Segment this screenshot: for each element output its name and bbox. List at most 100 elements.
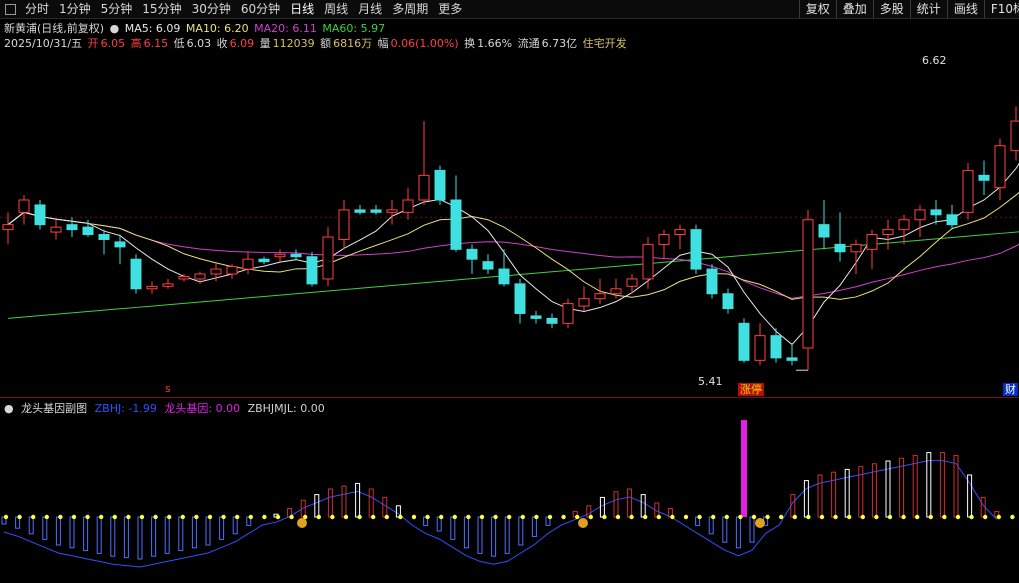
candle-body [882, 229, 894, 236]
candle-body [786, 357, 798, 361]
zero-dot [398, 514, 403, 520]
candle-body [242, 258, 254, 270]
zbhj-bar [42, 516, 48, 540]
zero-dot [316, 514, 321, 520]
zero-dot [235, 514, 240, 520]
zero-dot [670, 514, 675, 520]
zero-dot [751, 514, 757, 520]
zero-dot [180, 514, 185, 520]
zbhj-bar [191, 516, 197, 549]
zero-dot [3, 514, 9, 520]
ltjy-value: 龙头基因: 0.00 [164, 402, 241, 415]
zbhj-bar [831, 471, 837, 518]
candle-body [850, 243, 862, 253]
zero-dot [792, 514, 797, 520]
zero-dot [575, 514, 580, 520]
jmjl-value: ZBHJMJL: 0.00 [247, 402, 325, 415]
zbhj-bar [599, 496, 605, 518]
zero-dot [167, 514, 172, 520]
signal-mark: s [165, 382, 171, 395]
candle-body [978, 174, 990, 181]
zbhj-bar [314, 494, 320, 518]
zbhj-bar [110, 516, 116, 557]
candle-body [738, 322, 750, 361]
zero-dot [466, 514, 471, 520]
indicator-title[interactable]: 龙头基因副图 [21, 402, 87, 415]
candle-body [482, 261, 494, 270]
zero-dot [411, 514, 417, 520]
zero-dot [561, 514, 566, 520]
zero-dot [724, 514, 729, 520]
candle-body [658, 234, 670, 245]
zero-dot [711, 514, 716, 520]
settings-icon[interactable]: ● [4, 402, 14, 415]
zero-dot [915, 514, 920, 520]
candle-body [402, 199, 414, 213]
zero-dot [656, 514, 661, 520]
zero-dot [547, 514, 553, 520]
zero-dot [738, 514, 743, 520]
candle-body [274, 253, 286, 258]
zbhj-bar [219, 516, 225, 540]
candle-body [898, 219, 910, 231]
finance-badge[interactable]: 财 [1003, 383, 1018, 396]
candle-body [498, 268, 510, 285]
zbhj-bar [627, 488, 633, 518]
zero-dot [126, 514, 131, 520]
zero-dot [860, 514, 865, 520]
candle-body [162, 283, 174, 287]
zbhj-bar [164, 516, 170, 554]
price-chart[interactable] [0, 0, 1019, 583]
zero-dot [58, 514, 63, 520]
zero-dot [330, 514, 335, 520]
zbhj-bar [844, 468, 850, 518]
candle-body [226, 266, 238, 275]
zero-dot [139, 514, 145, 520]
zbhj-bar [463, 516, 469, 549]
zero-dot [643, 514, 648, 520]
zbhj-bar [341, 485, 347, 518]
candle-body [146, 285, 158, 290]
money-bag-icon [755, 518, 765, 528]
candle-body [370, 209, 382, 213]
candle-body [754, 335, 766, 361]
zero-dot [520, 514, 525, 520]
candle-body [194, 273, 206, 280]
candle-body [386, 209, 398, 213]
candle-body [290, 253, 302, 258]
zero-dot [357, 514, 362, 520]
candle-body [594, 293, 606, 300]
candle-body [818, 224, 830, 238]
candle-body [514, 283, 526, 314]
zbhj-bar [137, 516, 143, 560]
candle-body [82, 226, 94, 236]
money-bag-icon [297, 518, 307, 528]
zero-dot [493, 514, 498, 520]
zero-dot [44, 514, 49, 520]
candle-body [2, 224, 14, 231]
zbhj-bar [749, 516, 755, 543]
candle-body [994, 145, 1006, 189]
zero-dot [289, 514, 294, 520]
zbhj-bar [912, 454, 918, 518]
zbhj-bar [477, 516, 483, 554]
candle-body [626, 278, 638, 287]
candle-body [642, 243, 654, 280]
money-bag-icon [578, 518, 588, 528]
limit-up-badge[interactable]: 涨停 [738, 383, 764, 396]
zbhj-line [3, 460, 998, 568]
zbhj-bar [504, 516, 510, 554]
zbhj-bar [205, 516, 211, 546]
candle-body [562, 303, 574, 324]
zbhj-value: ZBHJ: -1.99 [94, 402, 157, 415]
zero-dot [874, 514, 879, 520]
zero-dot [806, 514, 811, 520]
zero-dot [479, 514, 485, 520]
zbhj-bar [123, 516, 129, 559]
zbhj-bar [178, 516, 184, 552]
price-min-label: 5.41 [698, 375, 723, 388]
candle-body [322, 236, 334, 280]
candle-body [706, 268, 718, 295]
price-max-label: 6.62 [922, 54, 947, 67]
zero-dot [275, 514, 281, 520]
